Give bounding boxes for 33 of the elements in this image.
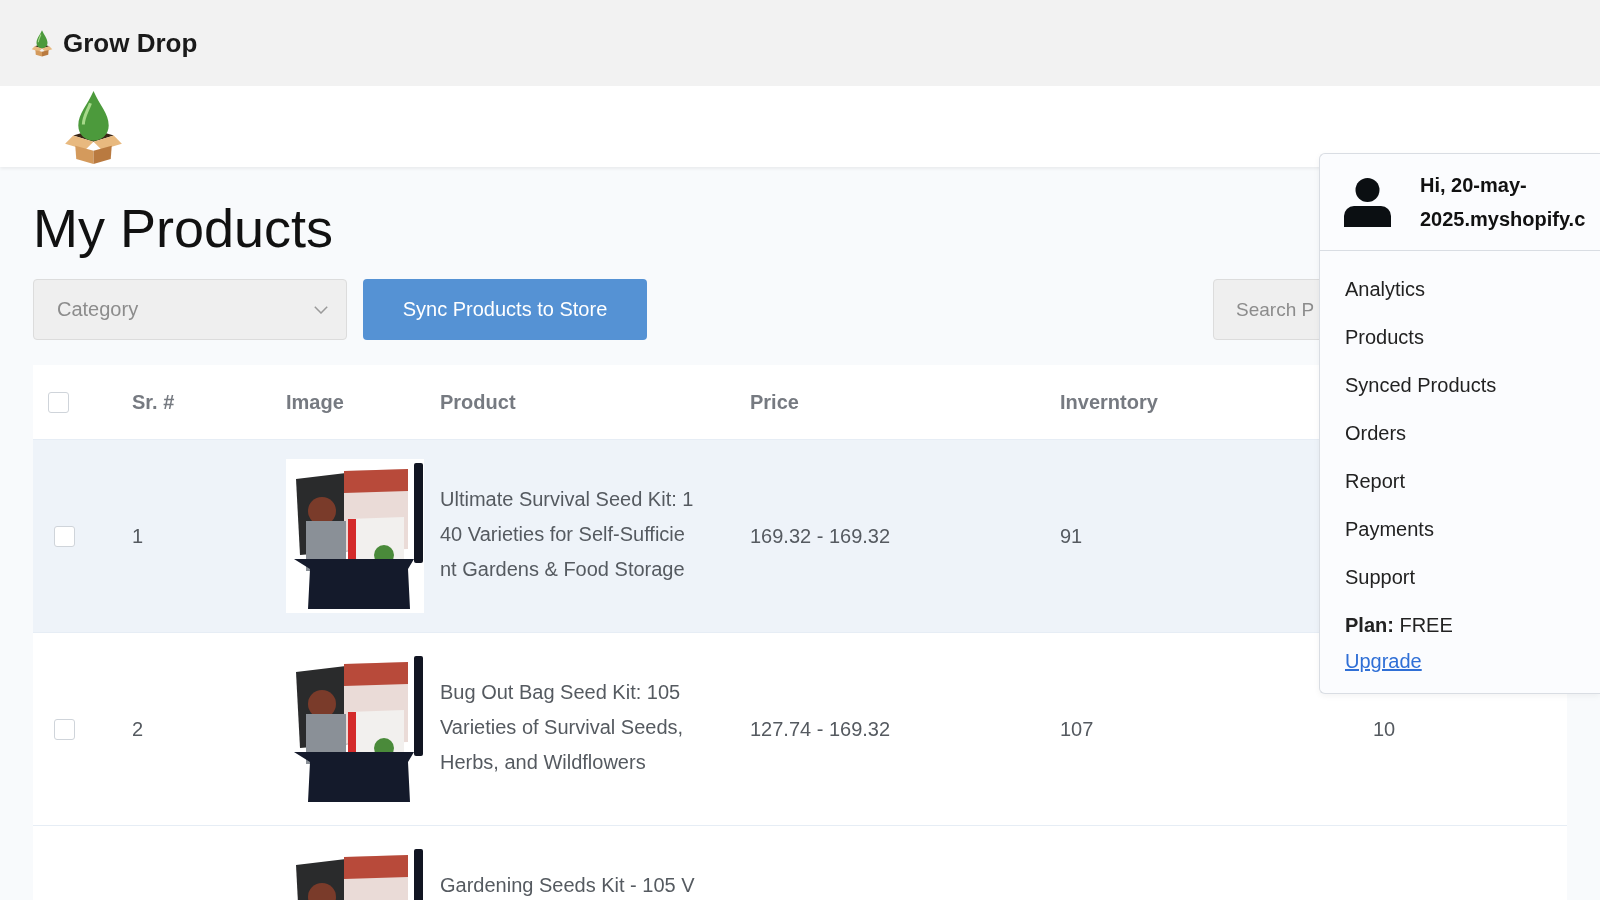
upgrade-link[interactable]: Upgrade (1345, 649, 1422, 673)
menu-item[interactable]: Analytics (1345, 277, 1426, 301)
column-header: Image (286, 390, 344, 413)
menu-item[interactable]: Payments (1345, 517, 1434, 541)
table-cell: 1 (132, 524, 144, 547)
checkbox[interactable] (54, 718, 75, 740)
user-icon (1344, 177, 1391, 227)
column-header: Inverntory (1060, 390, 1158, 413)
page-title: My Products (33, 197, 334, 259)
table-cell: 10 (1373, 717, 1396, 740)
checkbox[interactable] (48, 391, 69, 413)
droplet-box-icon (31, 29, 53, 57)
table-cell: 169.32 - 169.32 (750, 524, 891, 547)
column-header: Price (750, 390, 799, 413)
brand-name: Grow Drop (63, 27, 198, 59)
menu-item[interactable]: Products (1345, 325, 1424, 349)
table-cell-text: Gardening Seeds Kit - 105 V (440, 873, 696, 898)
table-cell-text: Bug Out Bag Seed Kit: 105 Varieties of Survival Seeds, Herbs, and Wildflowers (440, 680, 685, 775)
table-cell: 107 (1060, 717, 1094, 740)
checkbox[interactable] (54, 525, 75, 547)
search-field[interactable]: Search P (1213, 279, 1321, 340)
column-header: Product (440, 390, 516, 413)
greeting-text: Hi, 20-may- 2025.myshopify.c (1420, 173, 1586, 232)
menu-item[interactable]: Synced Products (1345, 373, 1497, 397)
column-header: Sr. # (132, 390, 175, 413)
table-cell: 127.74 - 169.32 (750, 717, 891, 740)
chevron-down-icon (314, 305, 328, 314)
menu-item[interactable]: Report (1345, 469, 1406, 493)
table-cell-text: Ultimate Survival Seed Kit: 140 Varieties for Self-Sufficient Gardens & Food Storage (440, 487, 695, 582)
table-cell: 2 (132, 717, 144, 740)
table-cell: 91 (1060, 524, 1083, 547)
droplet-box-icon (63, 89, 124, 164)
menu-item[interactable]: Support (1345, 565, 1416, 589)
